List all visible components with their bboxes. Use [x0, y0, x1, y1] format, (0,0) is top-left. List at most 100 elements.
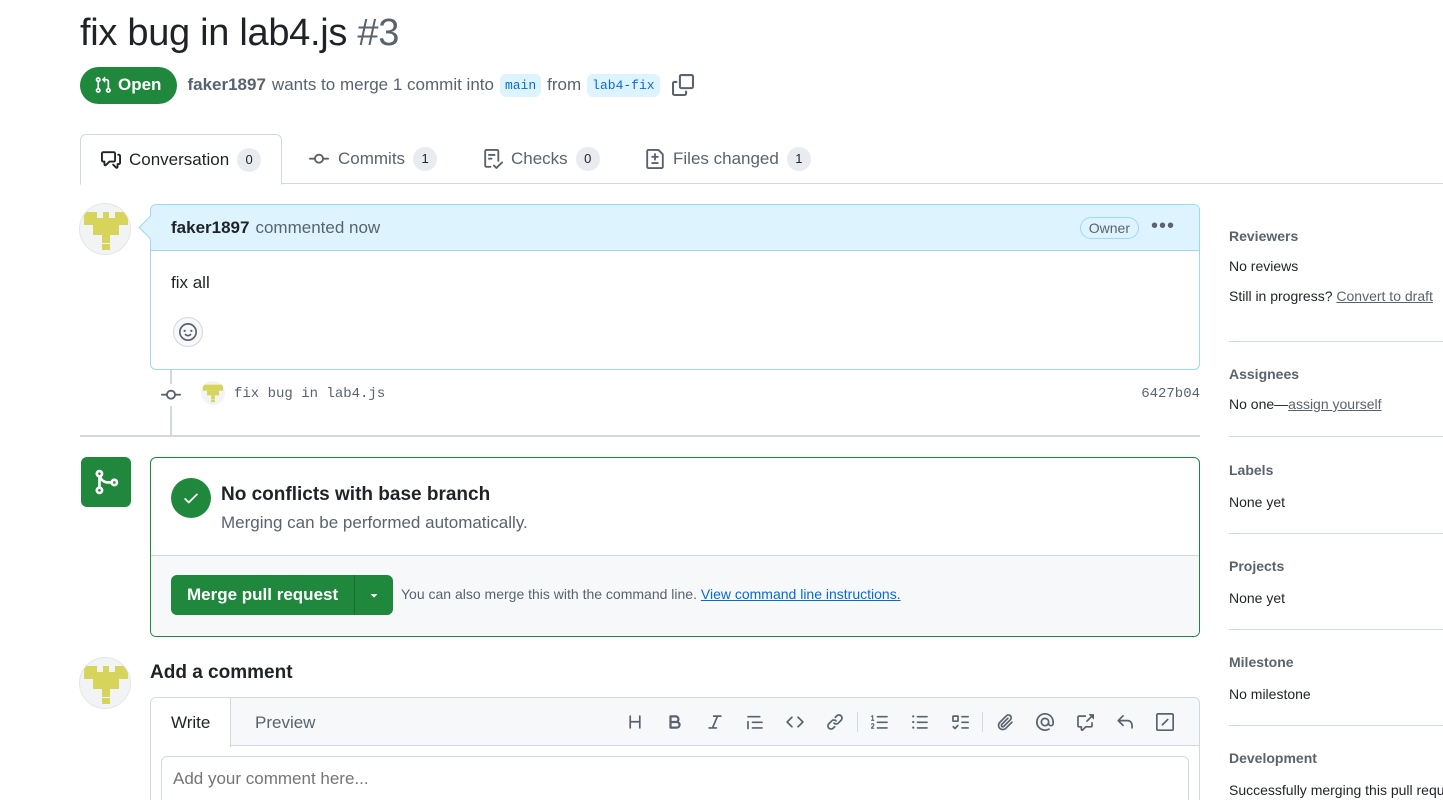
toolbar-divider [857, 712, 858, 732]
convert-to-draft-link[interactable]: Convert to draft [1336, 288, 1433, 304]
merge-actions-section: Merge pull request You can also merge th… [151, 556, 1199, 636]
commit-message-link[interactable]: fix bug in lab4.js [234, 386, 385, 402]
copy-icon[interactable] [671, 74, 694, 96]
add-comment-heading: Add a comment [150, 662, 293, 683]
add-reaction-button[interactable] [173, 317, 203, 347]
git-merge-icon [95, 469, 119, 495]
triangle-down-icon [370, 594, 378, 598]
kebab-menu-icon[interactable]: ••• [1151, 215, 1175, 238]
comment-textarea[interactable] [161, 756, 1189, 800]
base-branch[interactable]: main [499, 73, 542, 97]
identicon-avatar-icon [84, 666, 128, 704]
italic-icon[interactable] [695, 708, 735, 736]
tab-write[interactable]: Write [151, 698, 232, 747]
sidebar-reviewers: Reviewers No reviews Still in progress? … [1229, 228, 1443, 304]
tab-counter: 1 [786, 147, 811, 171]
assignees-heading[interactable]: Assignees [1229, 366, 1443, 382]
pr-title: fix bug in lab4.js #3 [80, 12, 399, 55]
open-state-label: Open [118, 75, 162, 94]
sidebar-divider [1229, 436, 1443, 437]
tab-commits[interactable]: Commits 1 [308, 134, 438, 184]
tab-label: Checks [511, 149, 568, 168]
sidebar-divider [1229, 725, 1443, 726]
pr-title-text: fix bug in lab4.js [80, 12, 348, 54]
comment-editor: Write Preview [150, 697, 1200, 800]
comment-timestamp[interactable]: commented now [255, 218, 380, 238]
merge-hint-text: You can also merge this with the command… [401, 586, 697, 602]
tab-conversation[interactable]: Conversation 0 [80, 134, 283, 185]
link-icon[interactable] [815, 708, 855, 736]
heading-icon[interactable] [615, 708, 655, 736]
commit-sha-link[interactable]: 6427b04 [1141, 386, 1200, 402]
quote-icon[interactable] [735, 708, 775, 736]
pr-tabs: Conversation 0 Commits 1 Checks 0 Files … [80, 134, 1443, 185]
checklist-icon [484, 149, 503, 169]
milestone-heading[interactable]: Milestone [1229, 654, 1443, 670]
pr-merge-summary: faker1897 wants to merge 1 commit into m… [187, 73, 694, 97]
sidebar-divider [1229, 629, 1443, 630]
merge-status-subtitle: Merging can be performed automatically. [221, 513, 528, 532]
merge-button-group: Merge pull request [171, 575, 394, 615]
labels-heading[interactable]: Labels [1229, 462, 1443, 478]
cross-reference-icon[interactable] [1065, 708, 1105, 736]
numbered-list-icon[interactable] [860, 708, 900, 736]
tab-checks[interactable]: Checks 0 [483, 134, 600, 184]
merge-box: No conflicts with base branch Merging ca… [150, 457, 1200, 637]
command-line-instructions-link[interactable]: View command line instructions. [701, 586, 901, 602]
task-list-icon[interactable] [940, 708, 980, 736]
from-text: from [547, 75, 582, 94]
file-diff-icon [646, 149, 664, 169]
identicon-avatar-icon [202, 384, 224, 403]
reviewers-value: No reviews [1229, 258, 1299, 274]
reply-icon[interactable] [1105, 708, 1145, 736]
merge-hint: You can also merge this with the command… [401, 586, 901, 602]
tab-counter: 0 [237, 147, 262, 172]
sidebar-projects: Projects None yet [1229, 558, 1443, 606]
git-pull-request-icon [95, 76, 111, 93]
comment-author[interactable]: faker1897 [171, 218, 249, 238]
pr-author-link[interactable]: faker1897 [187, 75, 265, 95]
development-heading[interactable]: Development [1229, 750, 1443, 766]
projects-heading[interactable]: Projects [1229, 558, 1443, 574]
reviewers-heading[interactable]: Reviewers [1229, 228, 1443, 244]
avatar[interactable] [79, 657, 131, 709]
smiley-icon [179, 323, 197, 341]
git-commit-icon [160, 384, 182, 406]
paperclip-icon[interactable] [985, 708, 1025, 736]
pr-number: #3 [357, 12, 400, 54]
tab-counter: 0 [575, 147, 600, 171]
slash-command-icon[interactable] [1145, 708, 1185, 736]
pr-state-row: Open faker1897 wants to merge 1 commit i… [80, 66, 694, 104]
draft-prompt: Still in progress? [1229, 288, 1333, 304]
sidebar-divider [1229, 533, 1443, 534]
sidebar-labels: Labels None yet [1229, 462, 1443, 510]
merge-status-section: No conflicts with base branch Merging ca… [151, 458, 1199, 556]
development-value: Successfully merging this pull request m… [1229, 782, 1443, 798]
check-circle-icon [171, 478, 211, 518]
unordered-list-icon[interactable] [900, 708, 940, 736]
tab-preview[interactable]: Preview [235, 698, 335, 747]
merge-status-title: No conflicts with base branch [221, 484, 491, 505]
bold-icon[interactable] [655, 708, 695, 736]
projects-value: None yet [1229, 590, 1286, 606]
open-state-badge: Open [80, 66, 178, 104]
comment-body: fix all [171, 273, 210, 292]
editor-header: Write Preview [151, 698, 1199, 747]
code-icon[interactable] [775, 708, 815, 736]
git-commit-icon [309, 153, 329, 164]
mention-icon[interactable] [1025, 708, 1065, 736]
assignees-none: No one— [1229, 396, 1289, 412]
commit-author-avatar[interactable] [201, 381, 225, 405]
assign-yourself-link[interactable]: assign yourself [1288, 396, 1381, 412]
avatar[interactable] [79, 203, 131, 255]
sidebar-milestone: Milestone No milestone [1229, 654, 1443, 702]
head-branch[interactable]: lab4-fix [587, 73, 660, 97]
comment-discussion-icon [101, 150, 121, 169]
merge-pull-request-button[interactable]: Merge pull request [171, 575, 356, 615]
sidebar-divider [1229, 341, 1443, 342]
markdown-toolbar [615, 708, 1185, 736]
tab-files-changed[interactable]: Files changed 1 [645, 134, 811, 184]
toolbar-divider [982, 712, 983, 732]
merge-method-dropdown[interactable] [355, 575, 394, 615]
tab-label: Commits [338, 149, 406, 168]
